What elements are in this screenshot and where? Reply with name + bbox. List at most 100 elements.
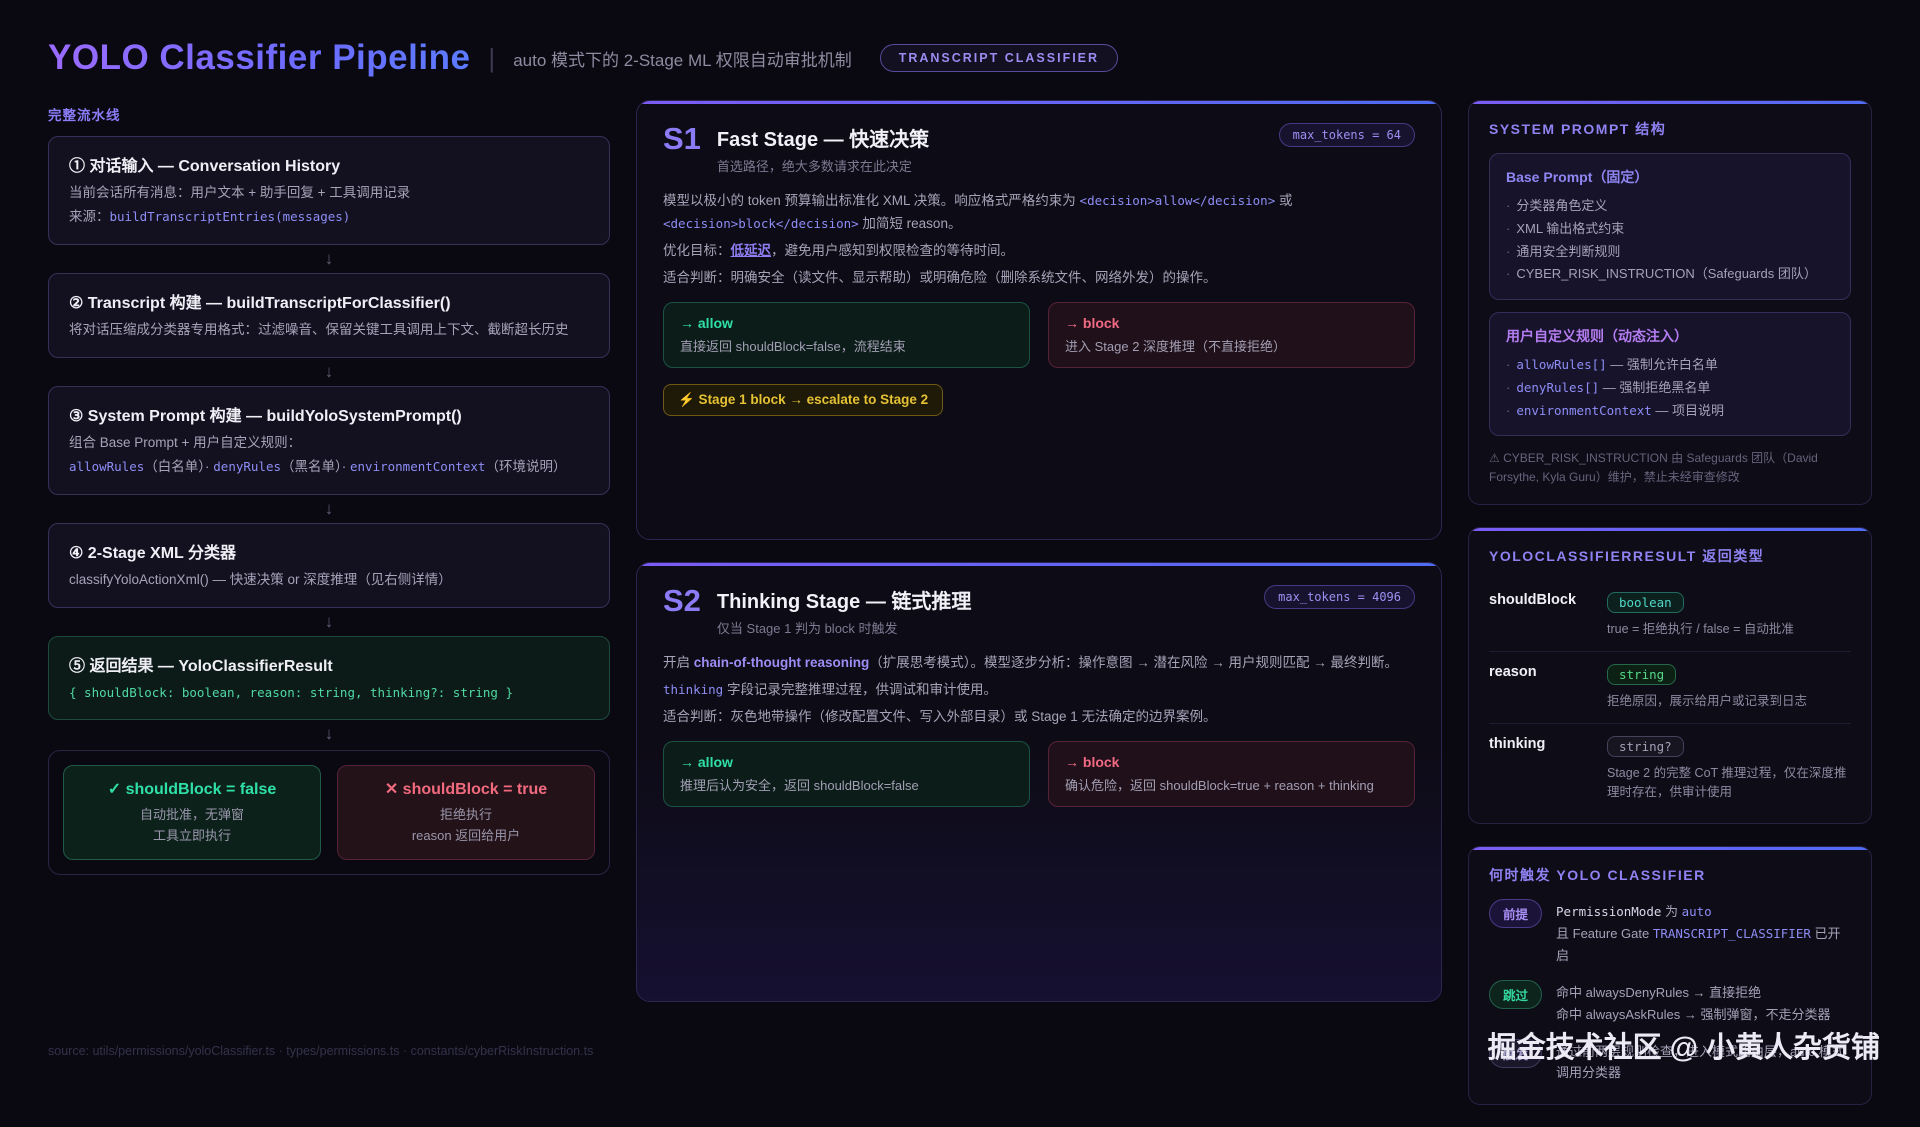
system-prompt-panel-header: SYSTEM PROMPT 结构 xyxy=(1489,119,1851,139)
trigger-text-part: 命中 alwaysDenyRules → 直接拒绝 xyxy=(1556,985,1761,1000)
code-allowRules-array: allowRules[] xyxy=(1516,357,1606,372)
stage1-allow-desc: 直接返回 shouldBlock=false，流程结束 xyxy=(680,336,1013,355)
stage2-title: Thinking Stage — 链式推理 xyxy=(717,585,971,614)
trigger-text-part: 且 Feature Gate xyxy=(1556,926,1653,941)
s2-p1-text: （扩展思考模式）。模型逐步分析：操作意图 → 潜在风险 → 用户规则匹配 → 最… xyxy=(869,655,1398,670)
bullet-icon: · xyxy=(1506,221,1510,236)
stage1-titles: Fast Stage — 快速决策 首选路径，绝大多数请求在此决定 xyxy=(717,123,929,175)
rules-sep: （黑名单）· xyxy=(281,459,350,474)
stage2-titles: Thinking Stage — 链式推理 仅当 Stage 1 判为 bloc… xyxy=(717,585,971,637)
custom-rules-title: 用户自定义规则（动态注入） xyxy=(1506,326,1834,346)
step-source-line: 来源：buildTranscriptEntries(messages) xyxy=(69,207,589,228)
custom-rules-item-text: — 项目说明 xyxy=(1652,403,1724,418)
step-source-label: 来源： xyxy=(69,209,110,224)
s1-p1-text: 或 xyxy=(1275,193,1292,208)
field-detail: string? Stage 2 的完整 CoT 推理过程，仅在深度推理时存在，供… xyxy=(1607,736,1851,802)
step-title: ④ 2-Stage XML 分类器 xyxy=(69,539,589,563)
s2-p2-text: 字段记录完整推理过程，供调试和审计使用。 xyxy=(723,682,997,697)
outcome-allow-title: ✓ shouldBlock = false xyxy=(72,779,312,799)
result-row-reason: reason string 拒绝原因，展示给用户或记录到日志 xyxy=(1489,652,1851,724)
stage2-body: 开启 chain-of-thought reasoning（扩展思考模式）。模型… xyxy=(663,652,1415,729)
step-title: ③ System Prompt 构建 — buildYoloSystemProm… xyxy=(69,402,589,426)
stage1-block-title: → block xyxy=(1065,315,1398,331)
step-desc: 当前会话所有消息：用户文本 + 助手回复 + 工具调用记录 xyxy=(69,183,589,204)
stage1-max-tokens-badge: max_tokens = 64 xyxy=(1279,123,1415,147)
base-prompt-item-text: 分类器角色定义 xyxy=(1516,198,1607,213)
rules-sep: （白名单）· xyxy=(144,459,213,474)
stage1-title: Fast Stage — 快速决策 xyxy=(717,123,929,152)
code-environmentContext: environmentContext xyxy=(350,459,485,474)
down-arrow-icon: ↓ xyxy=(48,495,610,523)
pipeline-step-transcript: ② Transcript 构建 — buildTranscriptForClas… xyxy=(48,273,610,358)
field-desc: 拒绝原因，展示给用户或记录到日志 xyxy=(1607,692,1807,711)
cot-highlight: chain-of-thought reasoning xyxy=(694,655,869,670)
outcome-block-line1: 拒绝执行 xyxy=(346,804,586,823)
stage2-paragraph-1: 开启 chain-of-thought reasoning（扩展思考模式）。模型… xyxy=(663,652,1415,675)
outcome-allow-line1: 自动批准，无弹窗 xyxy=(72,804,312,823)
down-arrow-icon: ↓ xyxy=(48,608,610,636)
pipeline-step-conversation: ① 对话输入 — Conversation History 当前会话所有消息：用… xyxy=(48,136,610,245)
outcome-block-title: ✕ shouldBlock = true xyxy=(346,779,586,799)
rules-sep: （环境说明） xyxy=(485,459,566,474)
stage2-paragraph-3: 适合判断：灰色地带操作（修改配置文件、写入外部目录）或 Stage 1 无法确定… xyxy=(663,706,1415,729)
stage1-allow-title: → allow xyxy=(680,315,1013,331)
base-prompt-item: · CYBER_RISK_INSTRUCTION（Safeguards 团队） xyxy=(1506,263,1834,286)
code-transcript-classifier-gate: TRANSCRIPT_CLASSIFIER xyxy=(1653,926,1811,941)
outcome-allow-line2: 工具立即执行 xyxy=(72,825,312,844)
pipeline-column: 完整流水线 ① 对话输入 — Conversation History 当前会话… xyxy=(48,100,610,875)
outcome-block-line2: reason 返回给用户 xyxy=(346,825,586,844)
custom-rules-item: ·denyRules[] — 强制拒绝黑名单 xyxy=(1506,377,1834,400)
code-environmentContext2: environmentContext xyxy=(1516,403,1651,418)
custom-rules-item: ·allowRules[] — 强制允许白名单 xyxy=(1506,354,1834,377)
s1-p2-label: 优化目标： xyxy=(663,243,731,258)
custom-rules-item-text: — 强制拒绝黑名单 xyxy=(1599,380,1710,395)
base-prompt-item: ·XML 输出格式约束 xyxy=(1506,218,1834,241)
stage2-subtitle: 仅当 Stage 1 判为 block 时触发 xyxy=(717,618,971,637)
stage2-allow-title: → allow xyxy=(680,754,1013,770)
code-buildTranscriptEntries: buildTranscriptEntries(messages) xyxy=(110,209,351,224)
header-divider: | xyxy=(488,43,495,74)
result-type-panel-header: YOLOCLASSIFIERRESULT 返回类型 xyxy=(1489,546,1851,566)
stage1-paragraph-2: 优化目标：低延迟，避免用户感知到权限检查的等待时间。 xyxy=(663,240,1415,263)
stage1-outcome-boxes: → allow 直接返回 shouldBlock=false，流程结束 → bl… xyxy=(663,302,1415,368)
outcome-block-card: ✕ shouldBlock = true 拒绝执行 reason 返回给用户 xyxy=(337,765,595,860)
code-PermissionMode: PermissionMode xyxy=(1556,904,1661,919)
source-paths: source: utils/permissions/yoloClassifier… xyxy=(48,1044,593,1058)
field-desc: Stage 2 的完整 CoT 推理过程，仅在深度推理时存在，供审计使用 xyxy=(1607,764,1851,802)
cyber-risk-note: ⚠ CYBER_RISK_INSTRUCTION 由 Safeguards 团队… xyxy=(1489,449,1851,486)
custom-rules-box: 用户自定义规则（动态注入） ·allowRules[] — 强制允许白名单 ·d… xyxy=(1489,312,1851,436)
trigger-panel: 何时触发 YOLO CLASSIFIER 前提 PermissionMode 为… xyxy=(1468,846,1872,1104)
code-decision-allow: <decision>allow</decision> xyxy=(1080,193,1276,208)
bullet-icon: · xyxy=(1506,403,1510,418)
stage2-id: S2 xyxy=(663,585,701,618)
stage2-header: S2 Thinking Stage — 链式推理 仅当 Stage 1 判为 b… xyxy=(663,585,1415,637)
type-badge-string: string xyxy=(1607,664,1676,685)
down-arrow-icon: ↓ xyxy=(48,245,610,273)
trigger-text-part: 为 xyxy=(1661,904,1681,919)
result-row-thinking: thinking string? Stage 2 的完整 CoT 推理过程，仅在… xyxy=(1489,724,1851,806)
code-denyRules: denyRules xyxy=(213,459,281,474)
step-desc: 将对话压缩成分类器专用格式：过滤噪音、保留关键工具调用上下文、截断超长历史 xyxy=(69,320,589,341)
trigger-row-precondition: 前提 PermissionMode 为 auto 且 Feature Gate … xyxy=(1489,899,1851,966)
stage2-outcome-boxes: → allow 推理后认为安全，返回 shouldBlock=false → b… xyxy=(663,741,1415,807)
base-prompt-item: ·通用安全判断规则 xyxy=(1506,241,1834,264)
stage2-block-desc: 确认危险，返回 shouldBlock=true + reason + thin… xyxy=(1065,775,1398,794)
trigger-text: 命中 alwaysDenyRules → 直接拒绝 命中 alwaysAskRu… xyxy=(1556,982,1830,1025)
step-desc: classifyYoloActionXml() — 快速决策 or 深度推理（见… xyxy=(69,570,589,591)
base-prompt-title: Base Prompt（固定） xyxy=(1506,167,1834,187)
page-subtitle: auto 模式下的 2-Stage ML 权限自动审批机制 xyxy=(513,46,852,71)
base-prompt-item-text: CYBER_RISK_INSTRUCTION（Safeguards 团队） xyxy=(1516,266,1817,281)
transcript-classifier-badge: TRANSCRIPT CLASSIFIER xyxy=(880,44,1118,72)
result-type-line: { shouldBlock: boolean, reason: string, … xyxy=(69,683,589,704)
field-name: thinking xyxy=(1489,736,1607,802)
bullet-icon: · xyxy=(1506,266,1510,281)
stage2-allow-desc: 推理后认为安全，返回 shouldBlock=false xyxy=(680,775,1013,794)
bullet-icon: · xyxy=(1506,380,1510,395)
type-badge-boolean: boolean xyxy=(1607,592,1684,613)
step-title: ① 对话输入 — Conversation History xyxy=(69,152,589,176)
bullet-icon: · xyxy=(1506,357,1510,372)
trigger-row-skip: 跳过 命中 alwaysDenyRules → 直接拒绝 命中 alwaysAs… xyxy=(1489,980,1851,1025)
s1-p1-text: 模型以极小的 token 预算输出标准化 XML 决策。响应格式严格约束为 xyxy=(663,193,1080,208)
code-thinking-field: thinking xyxy=(663,682,723,697)
field-detail: string 拒绝原因，展示给用户或记录到日志 xyxy=(1607,664,1807,711)
